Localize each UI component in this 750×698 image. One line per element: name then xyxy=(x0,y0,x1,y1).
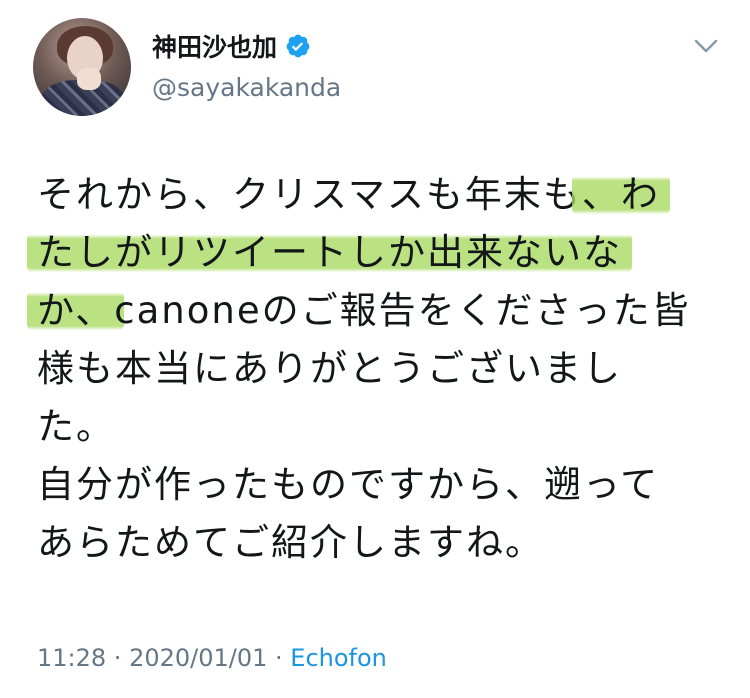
tweet-text-segment: あらためてご紹介しますね。 xyxy=(37,521,544,564)
meta-separator: · xyxy=(106,644,130,672)
tweet-meta: 11:28 · 2020/01/01 · Echofon xyxy=(37,644,387,672)
tweet-source-link[interactable]: Echofon xyxy=(290,644,387,672)
tweet-line: た。 xyxy=(37,398,727,456)
avatar-hands xyxy=(77,68,101,90)
highlighted-text: 、わ xyxy=(571,173,670,216)
tweet-time[interactable]: 11:28 xyxy=(37,644,106,672)
tweet-date[interactable]: 2020/01/01 xyxy=(129,644,267,672)
tweet-line: か、canoneのご報告をくださった皆 xyxy=(27,282,727,340)
user-name-row[interactable]: 神田沙也加 xyxy=(152,28,311,64)
tweet-text-segment: それから、クリスマスも年末も xyxy=(37,173,582,216)
highlighted-text: か、 xyxy=(27,289,125,332)
tweet-line: 様も本当にありがとうございまし xyxy=(37,340,727,398)
user-handle[interactable]: @sayakakanda xyxy=(152,73,341,102)
verified-badge-icon xyxy=(286,34,310,58)
avatar[interactable] xyxy=(33,18,131,116)
tweet-line: 自分が作ったものですから、遡って xyxy=(37,456,727,514)
tweet-text-segment: 様も本当にありがとうございまし xyxy=(37,347,622,390)
tweet-text: それから、クリスマスも年末も、わ たしがリツイートしか出来ないな か、canon… xyxy=(27,166,727,572)
tweet-line: あらためてご紹介しますね。 xyxy=(37,514,727,572)
tweet-line: たしがリツイートしか出来ないな xyxy=(27,224,727,282)
tweet-text-segment: canoneのご報告をくださった皆 xyxy=(114,289,691,332)
meta-separator: · xyxy=(267,644,291,672)
tweet-text-segment: た。 xyxy=(37,405,115,448)
tweet-text-segment: 自分が作ったものですから、遡って xyxy=(37,463,660,506)
chevron-down-icon[interactable] xyxy=(694,38,718,54)
tweet-line: それから、クリスマスも年末も、わ xyxy=(37,166,727,224)
highlighted-text: たしがリツイートしか出来ないな xyxy=(27,231,632,274)
display-name[interactable]: 神田沙也加 xyxy=(152,28,277,64)
